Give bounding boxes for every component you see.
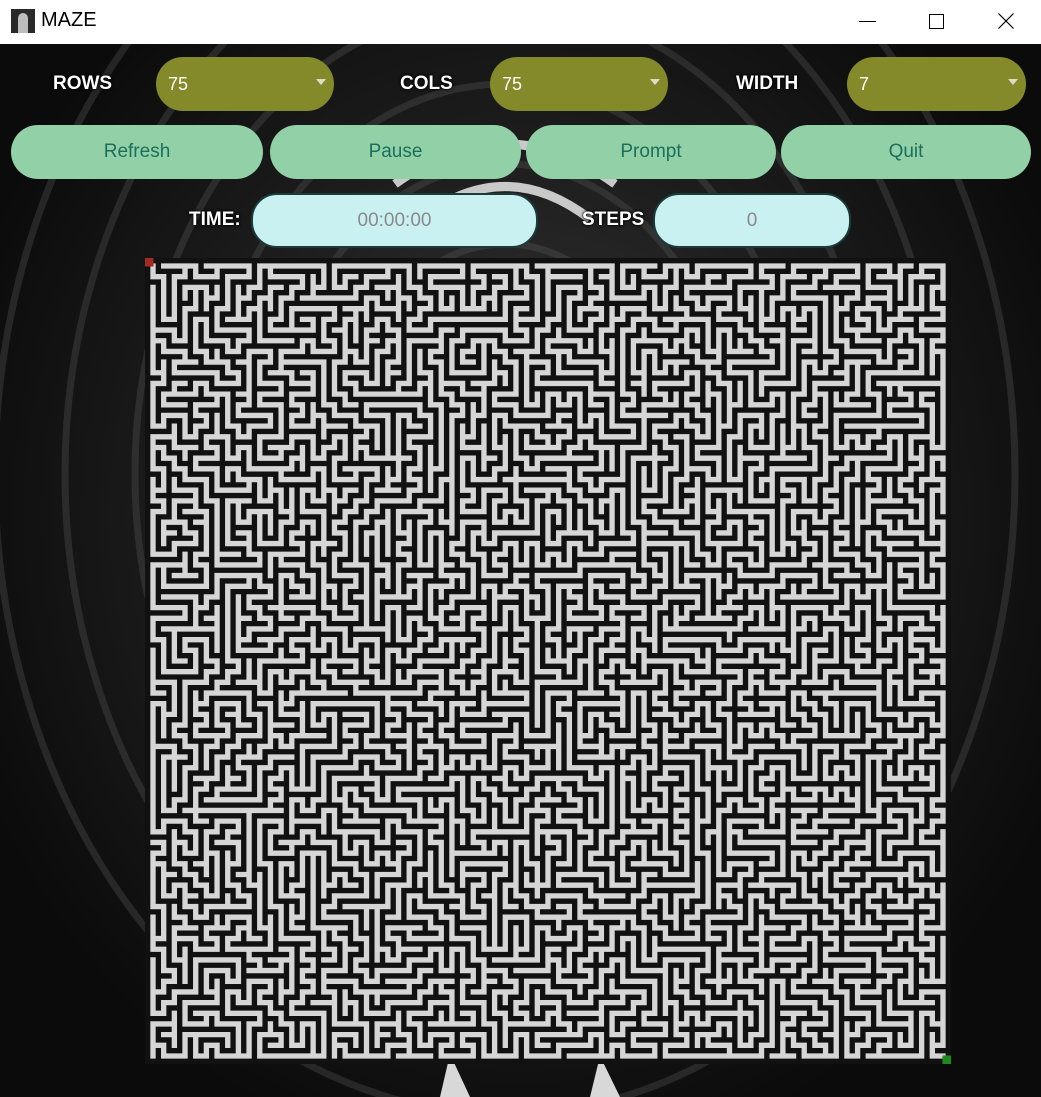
close-button[interactable]: [971, 0, 1041, 44]
maximize-icon: [929, 14, 944, 29]
rows-value: 75: [168, 74, 189, 94]
maximize-button[interactable]: [901, 0, 971, 44]
maze-end-marker: [942, 1055, 951, 1064]
minimize-button[interactable]: [831, 0, 901, 44]
refresh-button[interactable]: Refresh: [11, 125, 263, 179]
cols-label: COLS: [400, 73, 453, 94]
maze-paths: [150, 263, 946, 1059]
title-bar: MAZE: [0, 0, 1041, 44]
time-label: TIME:: [189, 209, 241, 230]
steps-display: 0: [653, 193, 851, 248]
width-select[interactable]: 7: [847, 57, 1026, 111]
prompt-button[interactable]: Prompt: [526, 125, 776, 179]
app-content: ROWS 75 COLS 75 WIDTH 7 Refresh Pause Pr…: [0, 44, 1041, 1097]
minimize-icon: [859, 21, 876, 22]
close-icon: [998, 13, 1014, 29]
maze-start-marker: [145, 258, 154, 267]
chevron-down-icon: [316, 79, 326, 85]
rows-label: ROWS: [53, 73, 113, 94]
maze-board[interactable]: [145, 258, 951, 1064]
quit-button[interactable]: Quit: [781, 125, 1031, 179]
width-label: WIDTH: [736, 73, 799, 94]
rows-select[interactable]: 75: [156, 57, 334, 111]
cols-select[interactable]: 75: [490, 57, 668, 111]
chevron-down-icon: [650, 79, 660, 85]
pause-button[interactable]: Pause: [270, 125, 521, 179]
window-title: MAZE: [41, 9, 97, 31]
app-photo-icon: [11, 9, 35, 33]
steps-label: STEPS: [582, 209, 645, 230]
chevron-down-icon: [1008, 79, 1018, 85]
width-value: 7: [859, 74, 870, 94]
cols-value: 75: [502, 74, 523, 94]
time-display: 00:00:00: [251, 193, 538, 248]
